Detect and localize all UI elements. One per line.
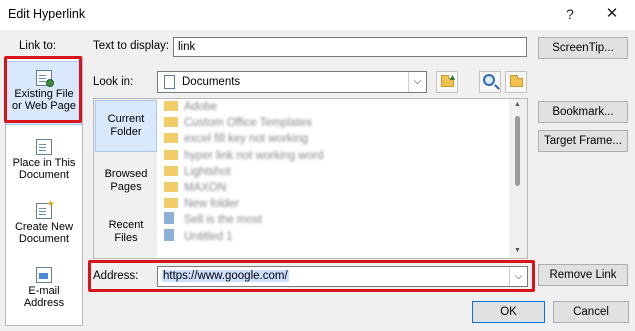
scroll-up-icon[interactable]: ▲ xyxy=(514,101,521,108)
link-to-label: Link to: xyxy=(19,40,57,52)
target-frame-button[interactable]: Target Frame... xyxy=(538,130,628,152)
scroll-down-icon[interactable]: ▼ xyxy=(514,247,521,254)
look-in-label: Look in: xyxy=(93,76,134,88)
scroll-thumb[interactable] xyxy=(515,116,520,186)
folder-icon xyxy=(164,165,178,176)
link-to-email-address[interactable]: E-mail Address xyxy=(6,265,82,321)
link-to-place-in-document[interactable]: Place in This Document xyxy=(6,137,82,193)
title-bar: Edit Hyperlink ? ✕ xyxy=(0,0,635,30)
ok-button[interactable]: OK xyxy=(472,301,545,323)
list-item[interactable]: Lightshot xyxy=(158,164,509,180)
list-item[interactable]: MAXON xyxy=(158,180,509,196)
place-in-document-label-1: Place in This xyxy=(12,157,76,169)
folder-icon xyxy=(164,198,178,209)
close-button[interactable]: ✕ xyxy=(601,4,623,24)
current-folder-label-2: Folder xyxy=(110,126,142,138)
list-item[interactable]: hyper link not working word xyxy=(158,148,509,164)
browse-file-button[interactable] xyxy=(505,71,527,93)
file-list-scrollbar[interactable]: ▲ ▼ xyxy=(509,99,527,258)
place-in-document-label-2: Document xyxy=(18,169,70,181)
document-icon xyxy=(164,212,174,225)
current-folder-label-1: Current xyxy=(107,113,145,125)
list-item[interactable]: Sell is the most xyxy=(158,212,509,228)
highlight-box-address xyxy=(88,260,535,292)
browse-web-button[interactable] xyxy=(479,71,501,93)
recent-files-label-1: Recent xyxy=(108,219,144,231)
document-icon xyxy=(164,228,174,241)
dialog-title: Edit Hyperlink xyxy=(8,7,86,21)
folder-icon xyxy=(164,149,178,160)
link-to-create-new-document[interactable]: ✦ Create New Document xyxy=(6,200,82,257)
tab-current-folder[interactable]: Current Folder xyxy=(95,100,157,152)
look-in-select[interactable]: Documents ⌵ xyxy=(157,71,427,93)
email-label-2: Address xyxy=(23,297,65,309)
help-button[interactable]: ? xyxy=(559,4,581,24)
highlight-box-existing-file xyxy=(4,56,82,123)
look-in-value: Documents xyxy=(182,76,241,88)
file-list[interactable]: Adobe Custom Office Templates excel fill… xyxy=(158,99,509,258)
email-icon xyxy=(36,267,52,283)
browsed-pages-label-1: Browsed xyxy=(104,168,148,180)
list-item[interactable]: excel fill key not working xyxy=(158,131,509,147)
list-item[interactable]: Untitled 1 xyxy=(158,228,509,245)
list-item[interactable]: New folder xyxy=(158,196,509,212)
tab-recent-files[interactable]: Recent Files xyxy=(95,209,157,257)
create-new-label-1: Create New xyxy=(14,221,74,233)
email-label-1: E-mail xyxy=(28,285,60,297)
browse-web-icon xyxy=(483,74,495,86)
remove-link-button[interactable]: Remove Link xyxy=(538,264,628,286)
folder-icon xyxy=(164,117,178,128)
folder-icon xyxy=(164,181,178,192)
folder-icon xyxy=(164,133,178,144)
chevron-down-icon[interactable]: ⌵ xyxy=(408,72,426,92)
browsed-pages-label-2: Pages xyxy=(110,181,142,193)
tab-browsed-pages[interactable]: Browsed Pages xyxy=(95,156,157,208)
place-in-document-icon xyxy=(36,139,52,155)
new-document-icon: ✦ xyxy=(36,200,55,219)
browse-nav: Current Folder Browsed Pages Recent File… xyxy=(94,99,157,258)
file-browser-pane: Current Folder Browsed Pages Recent File… xyxy=(93,98,528,259)
documents-folder-icon xyxy=(164,75,175,89)
up-one-folder-button[interactable]: ▲ xyxy=(436,71,458,93)
recent-files-label-2: Files xyxy=(114,232,138,244)
list-item[interactable]: Custom Office Templates xyxy=(158,115,509,131)
screentip-button[interactable]: ScreenTip... xyxy=(538,37,628,59)
text-to-display-input[interactable]: link xyxy=(173,37,527,57)
folder-icon xyxy=(164,101,178,111)
text-to-display-label: Text to display: xyxy=(93,40,170,52)
cancel-button[interactable]: Cancel xyxy=(553,301,629,323)
bookmark-button[interactable]: Bookmark... xyxy=(538,101,628,123)
list-item[interactable]: Adobe xyxy=(158,99,509,115)
create-new-label-2: Document xyxy=(18,233,70,245)
open-folder-icon xyxy=(510,75,523,87)
